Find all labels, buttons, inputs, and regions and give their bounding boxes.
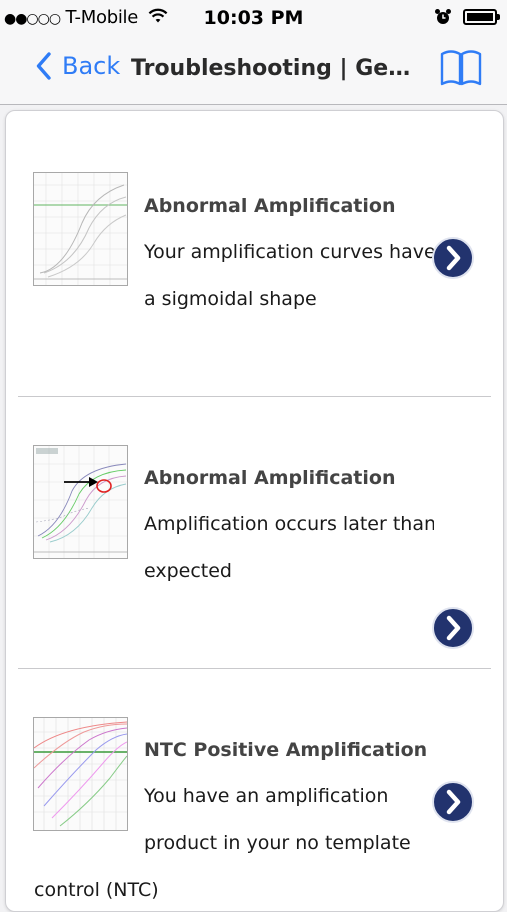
back-button[interactable]: Back xyxy=(36,52,120,80)
book-button[interactable] xyxy=(439,48,483,92)
amplification-plot-thumbnail xyxy=(33,717,128,831)
item-title: Abnormal Amplification xyxy=(144,467,396,489)
item-description-line: You have an amplification xyxy=(144,785,389,807)
list-item[interactable]: Abnormal Amplification Amplification occ… xyxy=(6,397,503,669)
alarm-clock-icon xyxy=(435,9,451,24)
item-description-line: expected xyxy=(144,560,232,582)
item-description-line: Amplification occurs later than xyxy=(144,513,434,535)
navigation-bar: Back Troubleshooting | General xyxy=(0,36,507,105)
battery-icon xyxy=(463,9,500,25)
item-description-line: a sigmoidal shape xyxy=(144,288,317,310)
amplification-plot-thumbnail xyxy=(33,445,128,559)
item-title: NTC Positive Amplification xyxy=(144,739,428,761)
chevron-right-icon[interactable] xyxy=(431,606,475,650)
item-title: Abnormal Amplification xyxy=(144,195,396,217)
list-item[interactable]: Abnormal Amplification Your amplificatio… xyxy=(6,125,503,397)
clock: 10:03 PM xyxy=(203,7,304,29)
page-title: Troubleshooting | General xyxy=(131,56,421,81)
list-item[interactable]: NTC Positive Amplification You have an a… xyxy=(6,669,503,911)
status-bar: ●●○○○ T-Mobile 10:03 PM xyxy=(0,0,507,36)
item-description-line: product in your no template control (NTC… xyxy=(34,832,411,901)
back-button-label: Back xyxy=(62,52,121,80)
chevron-right-icon[interactable] xyxy=(431,236,475,280)
chevron-left-icon xyxy=(36,52,51,80)
amplification-plot-thumbnail xyxy=(33,172,128,286)
item-description-line: Your amplification curves have xyxy=(144,241,434,263)
book-icon xyxy=(440,50,482,86)
chevron-right-icon[interactable] xyxy=(431,780,475,824)
troubleshooting-list: Abnormal Amplification Your amplificatio… xyxy=(5,110,504,912)
